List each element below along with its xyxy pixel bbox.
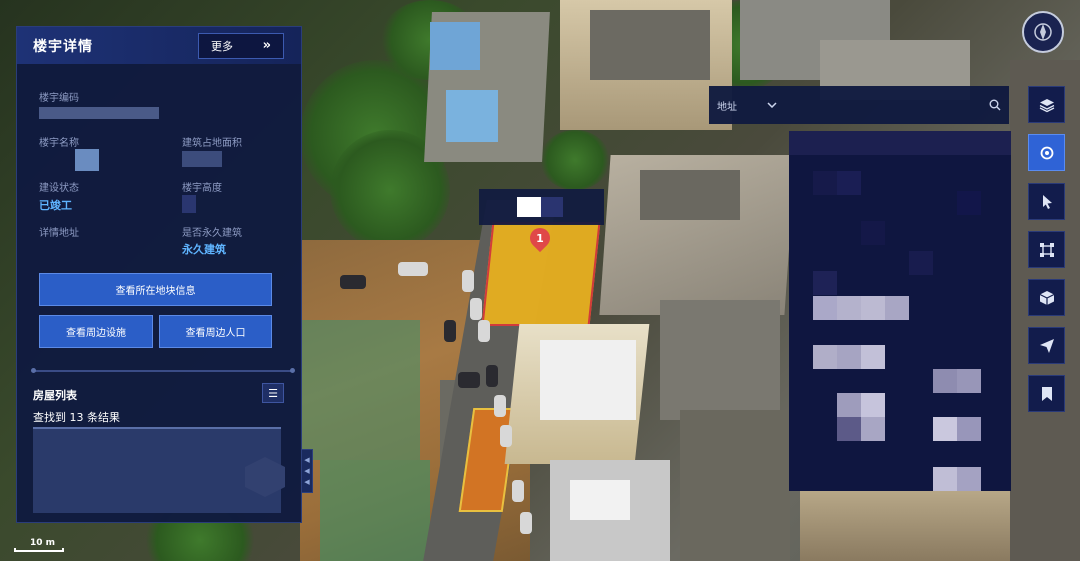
floor-area-label: 建筑占地面积 bbox=[182, 138, 242, 149]
layers-icon[interactable] bbox=[1028, 86, 1065, 123]
building-code-label: 楼宇编码 bbox=[39, 93, 79, 104]
construction-status-value: 已竣工 bbox=[39, 199, 72, 212]
section-divider bbox=[31, 368, 295, 373]
nearby-facilities-button[interactable]: 查看周边设施 bbox=[39, 315, 153, 348]
scale-label: 10 m bbox=[30, 538, 56, 548]
masked-building-name bbox=[517, 197, 541, 217]
search-tool-icon[interactable] bbox=[1028, 134, 1065, 171]
construction-status-label: 建设状态 bbox=[39, 183, 79, 194]
permanent-building-label: 是否永久建筑 bbox=[182, 228, 242, 239]
masked-block bbox=[541, 197, 563, 217]
masked-floor-area bbox=[182, 151, 222, 167]
panel-header: 楼宇详情 更多 » bbox=[17, 27, 301, 64]
list-menu-icon[interactable]: ☰ bbox=[262, 383, 284, 403]
empty-state-icon bbox=[245, 457, 285, 497]
search-type-select[interactable]: 地址 bbox=[709, 98, 785, 113]
pointer-icon[interactable] bbox=[1028, 183, 1065, 220]
panel-collapse-toggle[interactable]: ◀ ◀ ◀ bbox=[301, 449, 313, 493]
search-results-panel[interactable] bbox=[789, 131, 1011, 491]
marker-number: 1 bbox=[536, 231, 544, 245]
parcel-info-button[interactable]: 查看所在地块信息 bbox=[39, 273, 272, 306]
search-input[interactable] bbox=[785, 86, 981, 124]
permanent-building-value: 永久建筑 bbox=[182, 243, 226, 256]
double-chevron-right-icon: » bbox=[262, 38, 271, 53]
search-type-label: 地址 bbox=[717, 101, 737, 113]
masked-building-code bbox=[39, 107, 159, 119]
address-search-bar: 地址 bbox=[709, 86, 1009, 124]
nearby-population-button[interactable]: 查看周边人口 bbox=[159, 315, 272, 348]
compass-icon[interactable] bbox=[1022, 11, 1064, 53]
house-list-title: 房屋列表 bbox=[33, 389, 77, 402]
masked-building-height bbox=[182, 195, 196, 213]
triangle-left-icon: ◀ bbox=[304, 467, 310, 475]
house-list[interactable] bbox=[33, 427, 285, 513]
house-list-count: 查找到 13 条结果 bbox=[33, 411, 120, 424]
search-icon[interactable] bbox=[981, 99, 1009, 111]
scale-bar bbox=[14, 548, 64, 552]
cube-icon[interactable] bbox=[1028, 279, 1065, 316]
panel-title: 楼宇详情 bbox=[33, 38, 93, 55]
more-button[interactable]: 更多 » bbox=[198, 32, 284, 59]
send-icon[interactable] bbox=[1028, 327, 1065, 364]
chevron-down-icon bbox=[767, 102, 777, 108]
building-height-label: 楼宇高度 bbox=[182, 183, 222, 194]
select-area-icon[interactable] bbox=[1028, 231, 1065, 268]
more-button-label: 更多 bbox=[211, 39, 233, 53]
triangle-left-icon: ◀ bbox=[304, 478, 310, 486]
bookmark-icon[interactable] bbox=[1028, 375, 1065, 412]
building-name-label: 楼宇名称 bbox=[39, 138, 79, 149]
address-label: 详情地址 bbox=[39, 228, 79, 239]
masked-building-name bbox=[75, 149, 99, 171]
triangle-left-icon: ◀ bbox=[304, 456, 310, 464]
building-popup[interactable] bbox=[479, 189, 604, 225]
building-detail-panel: 楼宇详情 更多 » 楼宇编码 楼宇名称 建筑占地面积 建设状态 已竣工 楼宇高度… bbox=[16, 26, 302, 523]
